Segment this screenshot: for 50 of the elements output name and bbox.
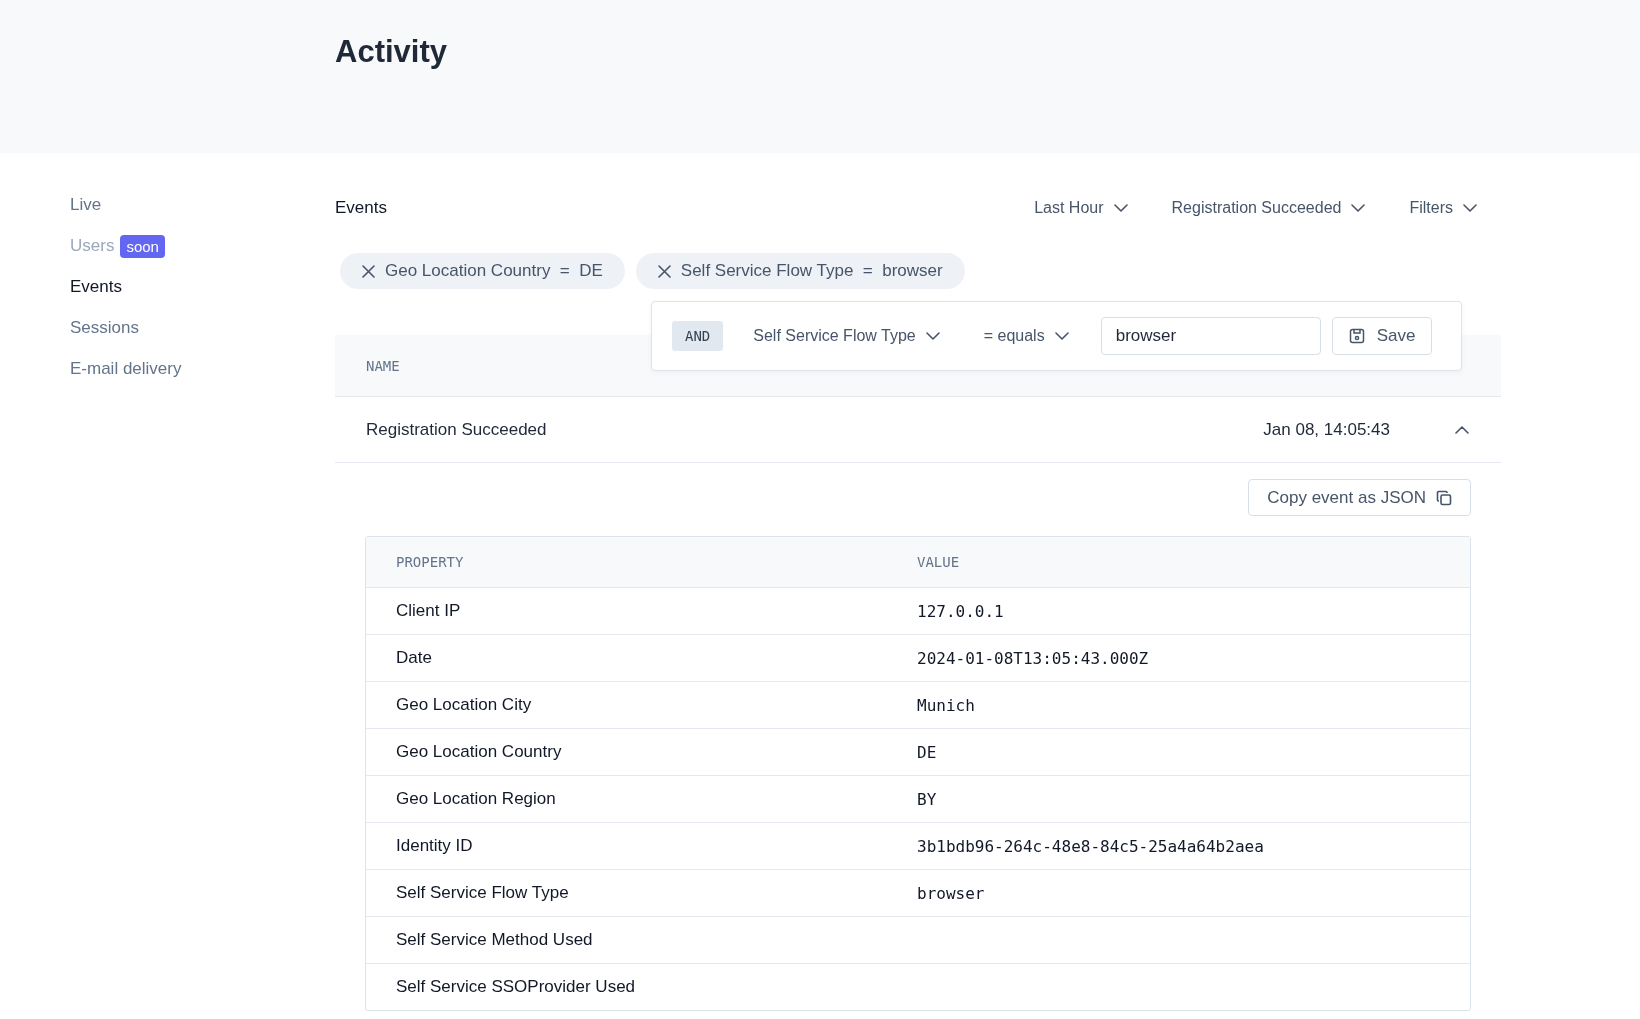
operator-dropdown[interactable]: = equals [977,326,1075,346]
property-name: Client IP [396,601,461,621]
property-name: Self Service Flow Type [396,883,569,903]
chevron-up-icon [1455,425,1469,434]
event-date: Jan 08, 14:05:43 [1263,419,1390,440]
filter-dropdown[interactable]: Registration Succeeded [1171,199,1366,217]
event-name: Registration Succeeded [366,419,548,440]
property-name: Date [396,648,432,668]
chevron-down-icon [1113,204,1128,212]
sidebar-item[interactable]: Live [70,193,102,217]
chevron-down-icon [1463,204,1477,212]
property-value: Munich [917,695,975,715]
event-row[interactable]: Registration Succeeded Jan 08, 14:05:43 [335,397,1501,463]
connector-tag: AND [672,321,724,351]
property-value: 2024-01-08T13:05:43.000Z [917,648,1149,668]
property-value: 127.0.0.1 [917,601,1004,621]
column-header: PROPERTY [396,554,465,570]
property-value: browser [917,883,985,903]
copy-icon [1436,489,1452,506]
filter-dropdown[interactable]: Filters [1409,199,1477,217]
page-title: Activity [335,34,447,70]
value-input-field[interactable]: browser [1100,317,1321,355]
property-name: Geo Location Country [396,742,562,762]
sidebar-item[interactable]: E-mail delivery [70,357,182,381]
property-name: Self Service SSOProvider Used [396,977,636,997]
chevron-down-icon [925,332,940,340]
property-value: 3b1bdb96-264c-48e8-84c5-25a4a64b2aea [917,836,1264,856]
column-header: NAME [366,357,400,374]
filter-chip[interactable]: Self Service Flow Type = browser [635,253,965,289]
filter-dropdown[interactable]: Last Hour [1034,199,1128,217]
property-name: Geo Location City [396,695,532,715]
property-value: DE [917,742,937,762]
close-icon[interactable] [362,264,375,278]
filter-chip[interactable]: Geo Location Country = DE [340,253,625,289]
sidebar-item[interactable]: Events [70,275,122,299]
close-icon[interactable] [657,264,671,278]
save-button[interactable]: Save [1331,317,1433,355]
soon-badge: soon [120,234,165,258]
property-name: Self Service Method Used [396,930,593,950]
property-name: Identity ID [396,836,473,856]
sidebar-item[interactable]: Sessions [70,316,139,340]
chevron-down-icon [1351,204,1366,212]
column-header: VALUE [917,554,961,570]
property-value: BY [917,789,937,809]
save-icon [1348,328,1365,344]
section-title: Events [335,198,387,218]
property-name: Geo Location Region [396,789,556,809]
copy-json-button[interactable]: Copy event as JSON [1248,479,1471,516]
field-dropdown[interactable]: Self Service Flow Type [747,326,946,346]
chevron-down-icon [1054,332,1069,340]
